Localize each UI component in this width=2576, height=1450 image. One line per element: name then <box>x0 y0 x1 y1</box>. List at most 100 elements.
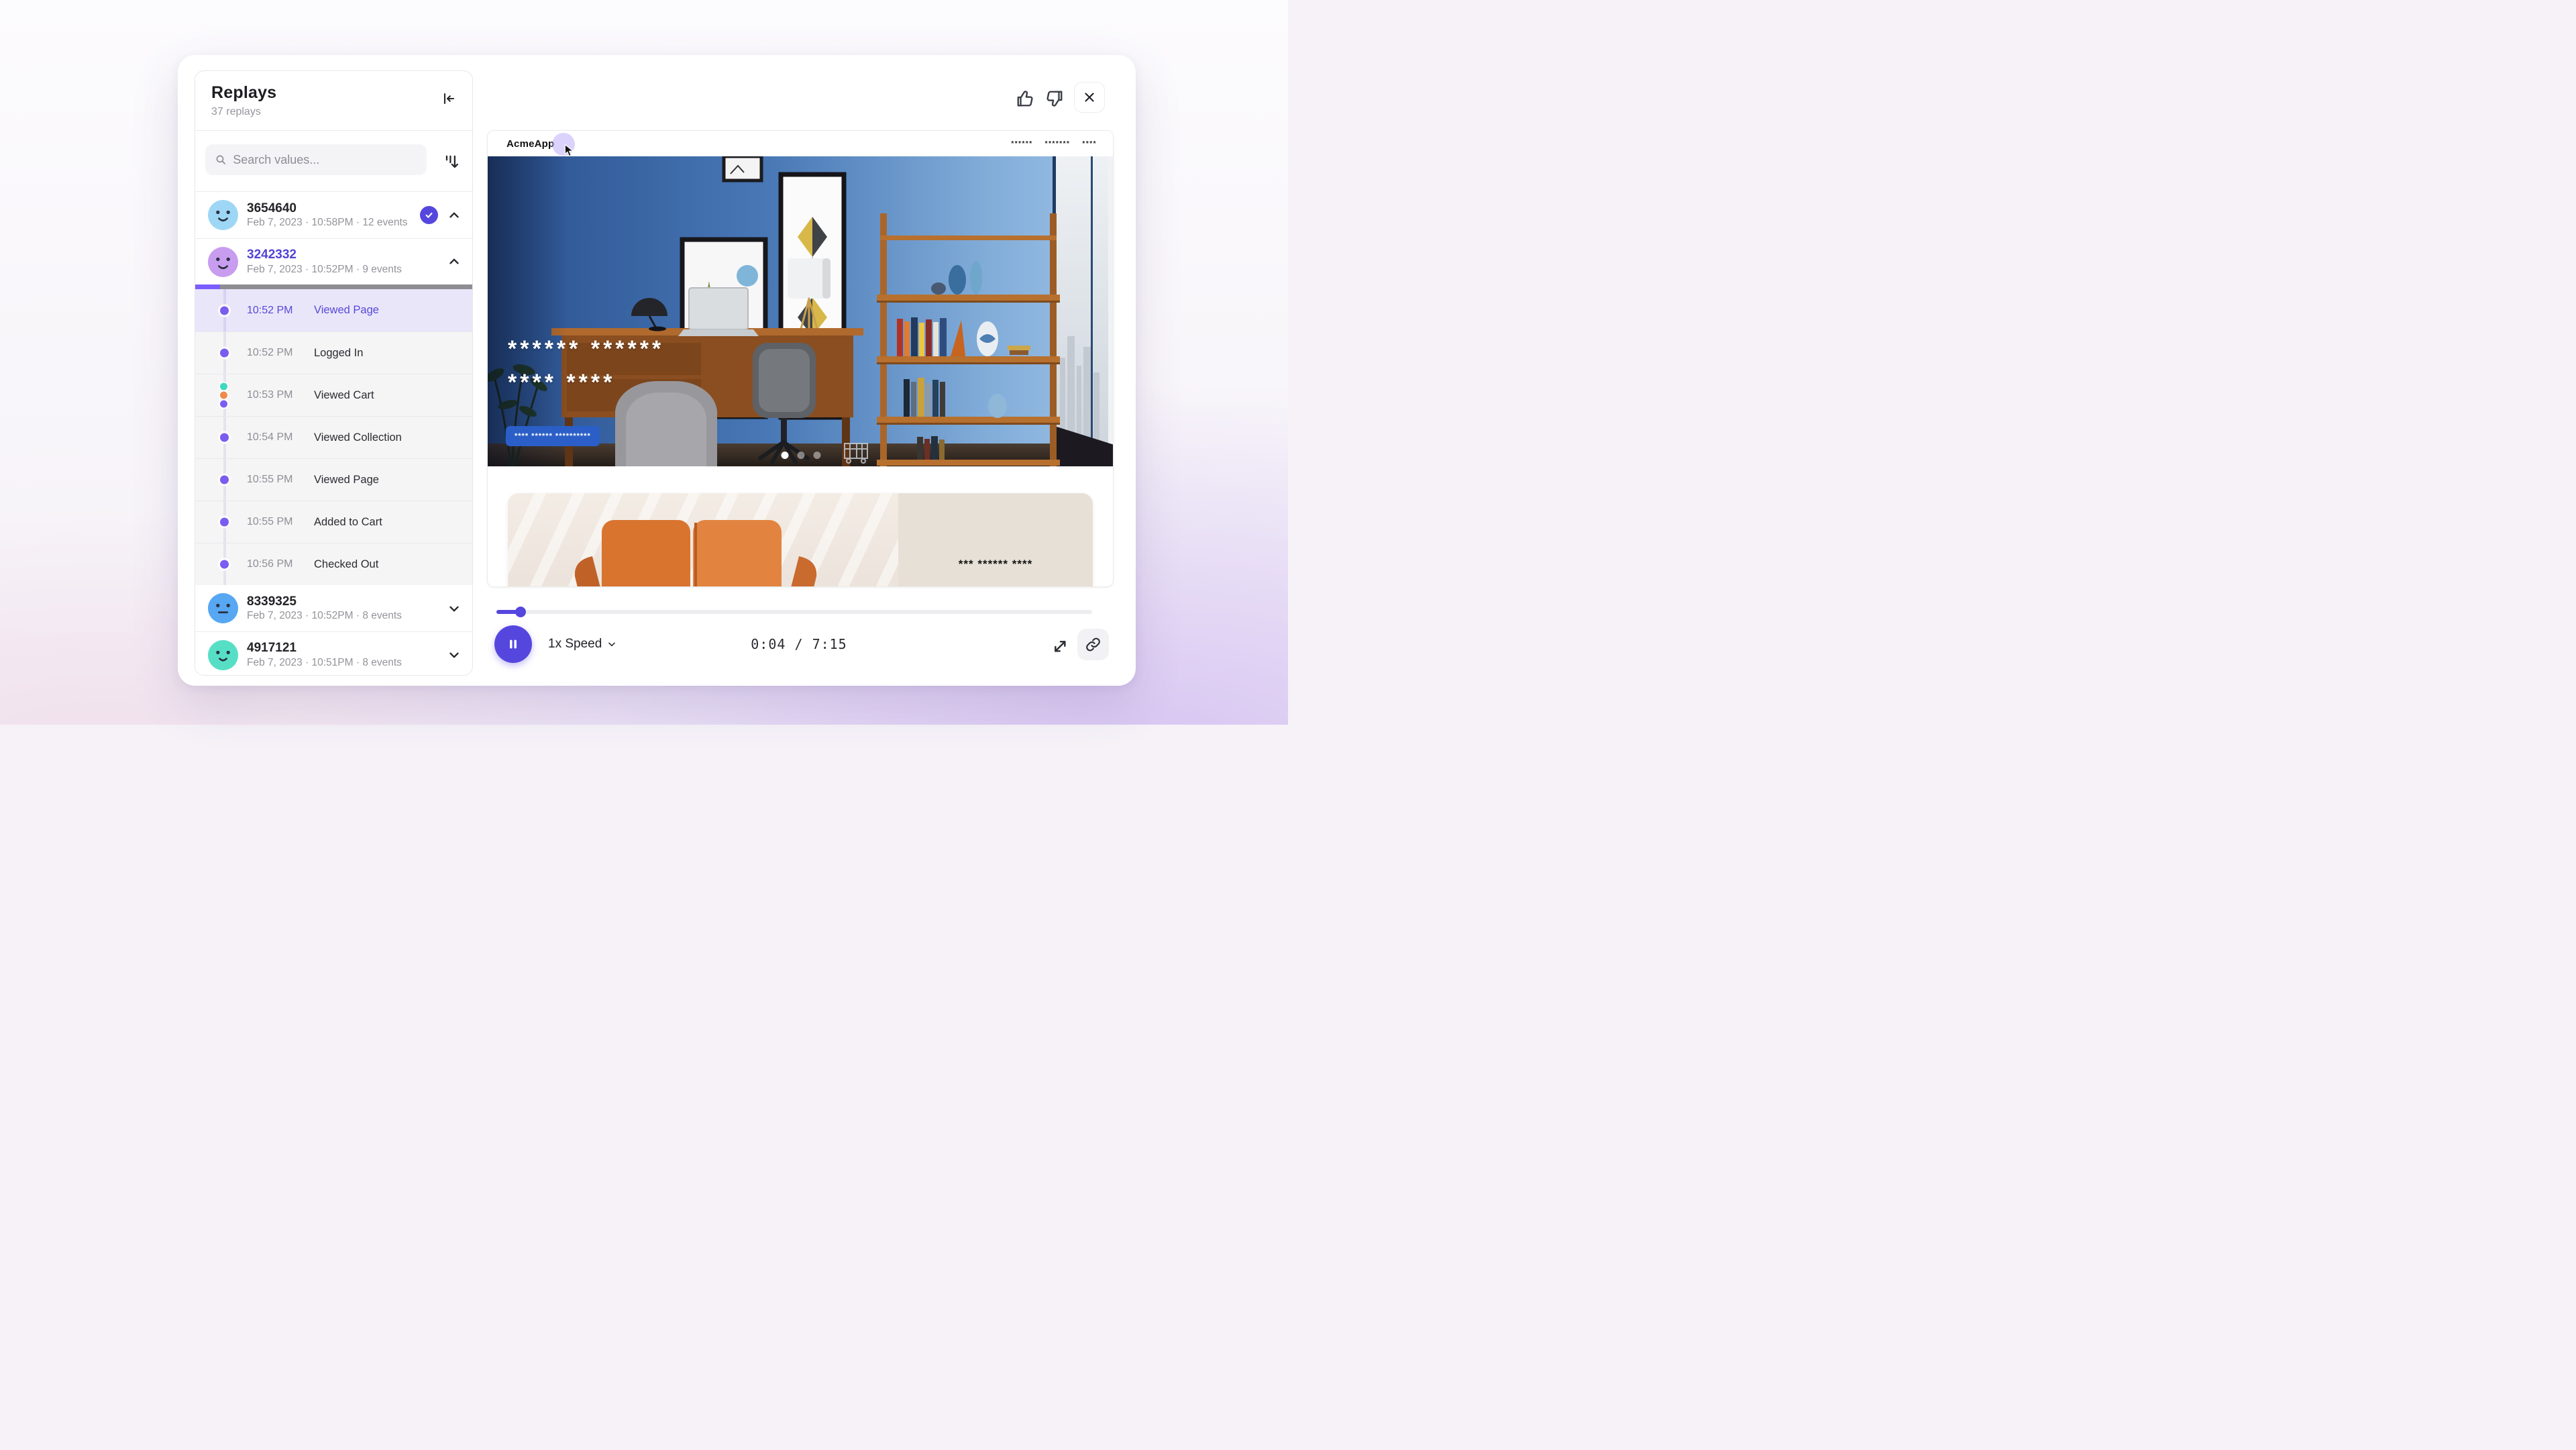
avatar-face <box>208 640 238 670</box>
page-background: Replays 37 replays <box>0 0 1288 725</box>
hero-illustration <box>488 156 1114 466</box>
search-input-container <box>205 144 427 175</box>
fullscreen-button[interactable] <box>1047 633 1070 656</box>
masked-nav-item[interactable]: ******* <box>1045 140 1071 148</box>
event-dot <box>220 518 229 527</box>
replay-modal: Replays 37 replays <box>178 55 1136 686</box>
collapse-sidebar-button[interactable] <box>439 89 459 109</box>
replay-item-3242332[interactable]: 3242332 Feb 7, 2023 · 10:52PM · 9 events <box>195 238 472 284</box>
event-dot <box>220 433 229 442</box>
replay-meta: Feb 7, 2023 · 10:58PM · 12 events <box>247 217 408 229</box>
replay-item-8339325[interactable]: 8339325Feb 7, 2023 · 10:52PM · 8 events <box>195 585 472 631</box>
replay-id: 3242332 <box>247 248 402 262</box>
carousel-dot-2[interactable] <box>798 452 805 459</box>
masked-cta-button[interactable]: **** ****** ********** <box>506 426 600 446</box>
replay-id: 3654640 <box>247 201 408 216</box>
product-info-panel: *** ****** **** <box>898 493 1093 587</box>
thumbs-up-icon <box>1015 89 1035 109</box>
event-time: 10:52 PM <box>247 347 314 359</box>
replayed-hero-section: ****** ****** **** **** **** ****** ****… <box>488 156 1114 466</box>
masked-nav-item[interactable]: **** <box>1082 140 1097 148</box>
search-icon <box>215 153 227 166</box>
event-time: 10:55 PM <box>247 516 314 528</box>
search-section <box>195 131 472 191</box>
event-dot <box>220 383 227 391</box>
event-dot <box>220 349 229 358</box>
speed-label: 1x Speed <box>548 637 602 652</box>
close-modal-button[interactable] <box>1074 82 1105 113</box>
sort-replays-button[interactable] <box>441 152 462 172</box>
close-icon <box>1082 90 1097 105</box>
carousel-dot-3[interactable] <box>814 452 821 459</box>
event-time: 10:56 PM <box>247 558 314 570</box>
chevron-up-icon[interactable] <box>447 208 462 223</box>
event-row-viewed-collection[interactable]: 10:54 PMViewed Collection <box>195 416 472 458</box>
session-progress-strip <box>195 284 472 289</box>
event-label: Added to Cart <box>314 516 382 529</box>
playback-time: 0:04 / 7:15 <box>741 636 857 652</box>
playback-speed-selector[interactable]: 1x Speed <box>548 634 617 654</box>
event-time: 10:53 PM <box>247 389 314 401</box>
session-progress-played <box>195 284 220 289</box>
event-row-viewed-cart[interactable]: 10:53 PMViewed Cart <box>195 374 472 416</box>
copy-link-button[interactable] <box>1077 629 1109 660</box>
avatar <box>208 640 238 670</box>
replayed-product-card: *** ****** **** <box>508 493 1093 587</box>
event-row-checked-out[interactable]: 10:56 PMChecked Out <box>195 543 472 585</box>
avatar-face <box>208 247 238 277</box>
event-dot <box>220 306 229 315</box>
event-row-viewed-page[interactable]: 10:52 PMViewed Page <box>195 289 472 331</box>
session-progress-rest <box>220 284 472 289</box>
replay-list-top: 3654640Feb 7, 2023 · 10:58PM · 12 events… <box>195 192 472 284</box>
replay-meta: Feb 7, 2023 · 10:52PM · 9 events <box>247 264 402 276</box>
replay-text: 4917121Feb 7, 2023 · 10:51PM · 8 events <box>247 641 402 669</box>
time-separator: / <box>794 636 803 652</box>
search-input[interactable] <box>233 153 417 167</box>
sofa-illustration <box>555 495 837 587</box>
replay-item-3654640[interactable]: 3654640Feb 7, 2023 · 10:58PM · 12 events <box>195 192 472 238</box>
event-timeline: 10:52 PMViewed Page10:52 PMLogged In10:5… <box>195 289 472 585</box>
event-dot <box>220 560 229 569</box>
pause-button[interactable] <box>494 625 532 663</box>
chevron-down-icon <box>606 639 617 650</box>
chevron-down-icon[interactable] <box>447 648 462 662</box>
expand-icon <box>1049 635 1068 654</box>
event-row-viewed-page[interactable]: 10:55 PMViewed Page <box>195 458 472 501</box>
replay-text: 8339325Feb 7, 2023 · 10:52PM · 8 events <box>247 594 402 623</box>
event-label: Checked Out <box>314 558 378 571</box>
link-icon <box>1085 636 1102 653</box>
thumbs-up-button[interactable] <box>1014 87 1036 110</box>
replay-id: 8339325 <box>247 594 402 609</box>
replay-item-4917121[interactable]: 4917121Feb 7, 2023 · 10:51PM · 8 events <box>195 631 472 676</box>
replay-count: 37 replays <box>211 106 456 118</box>
replay-row-actions <box>420 206 462 224</box>
pause-icon <box>506 637 521 652</box>
event-dot-group <box>220 383 227 408</box>
chevron-down-icon[interactable] <box>447 601 462 616</box>
chevron-up-icon[interactable] <box>447 254 462 269</box>
replays-sidebar: Replays 37 replays <box>195 70 473 676</box>
event-label: Viewed Page <box>314 474 379 486</box>
event-row-logged-in[interactable]: 10:52 PMLogged In <box>195 331 472 374</box>
replay-text: 3654640Feb 7, 2023 · 10:58PM · 12 events <box>247 201 408 229</box>
masked-nav-item[interactable]: ****** <box>1011 140 1032 148</box>
event-label: Logged In <box>314 347 363 360</box>
event-row-added-to-cart[interactable]: 10:55 PMAdded to Cart <box>195 501 472 543</box>
avatar <box>208 200 238 230</box>
thumbs-down-button[interactable] <box>1043 87 1066 110</box>
carousel-dots[interactable] <box>782 452 821 459</box>
replay-meta: Feb 7, 2023 · 10:52PM · 8 events <box>247 610 402 622</box>
playback-seekbar[interactable] <box>496 610 1092 614</box>
replay-id: 4917121 <box>247 641 402 656</box>
mouse-cursor-icon <box>564 144 575 157</box>
seekbar-handle[interactable] <box>515 607 526 617</box>
carousel-dot-1[interactable] <box>782 452 789 459</box>
replay-meta: Feb 7, 2023 · 10:51PM · 8 events <box>247 657 402 669</box>
event-dot-group <box>220 433 229 442</box>
sort-descending-icon <box>443 153 460 170</box>
replay-viewport: AcmeApp ***************** <box>487 130 1114 587</box>
event-label: Viewed Collection <box>314 431 402 444</box>
event-label: Viewed Cart <box>314 389 374 402</box>
time-current: 0:04 <box>751 636 786 652</box>
avatar-face <box>208 200 238 230</box>
